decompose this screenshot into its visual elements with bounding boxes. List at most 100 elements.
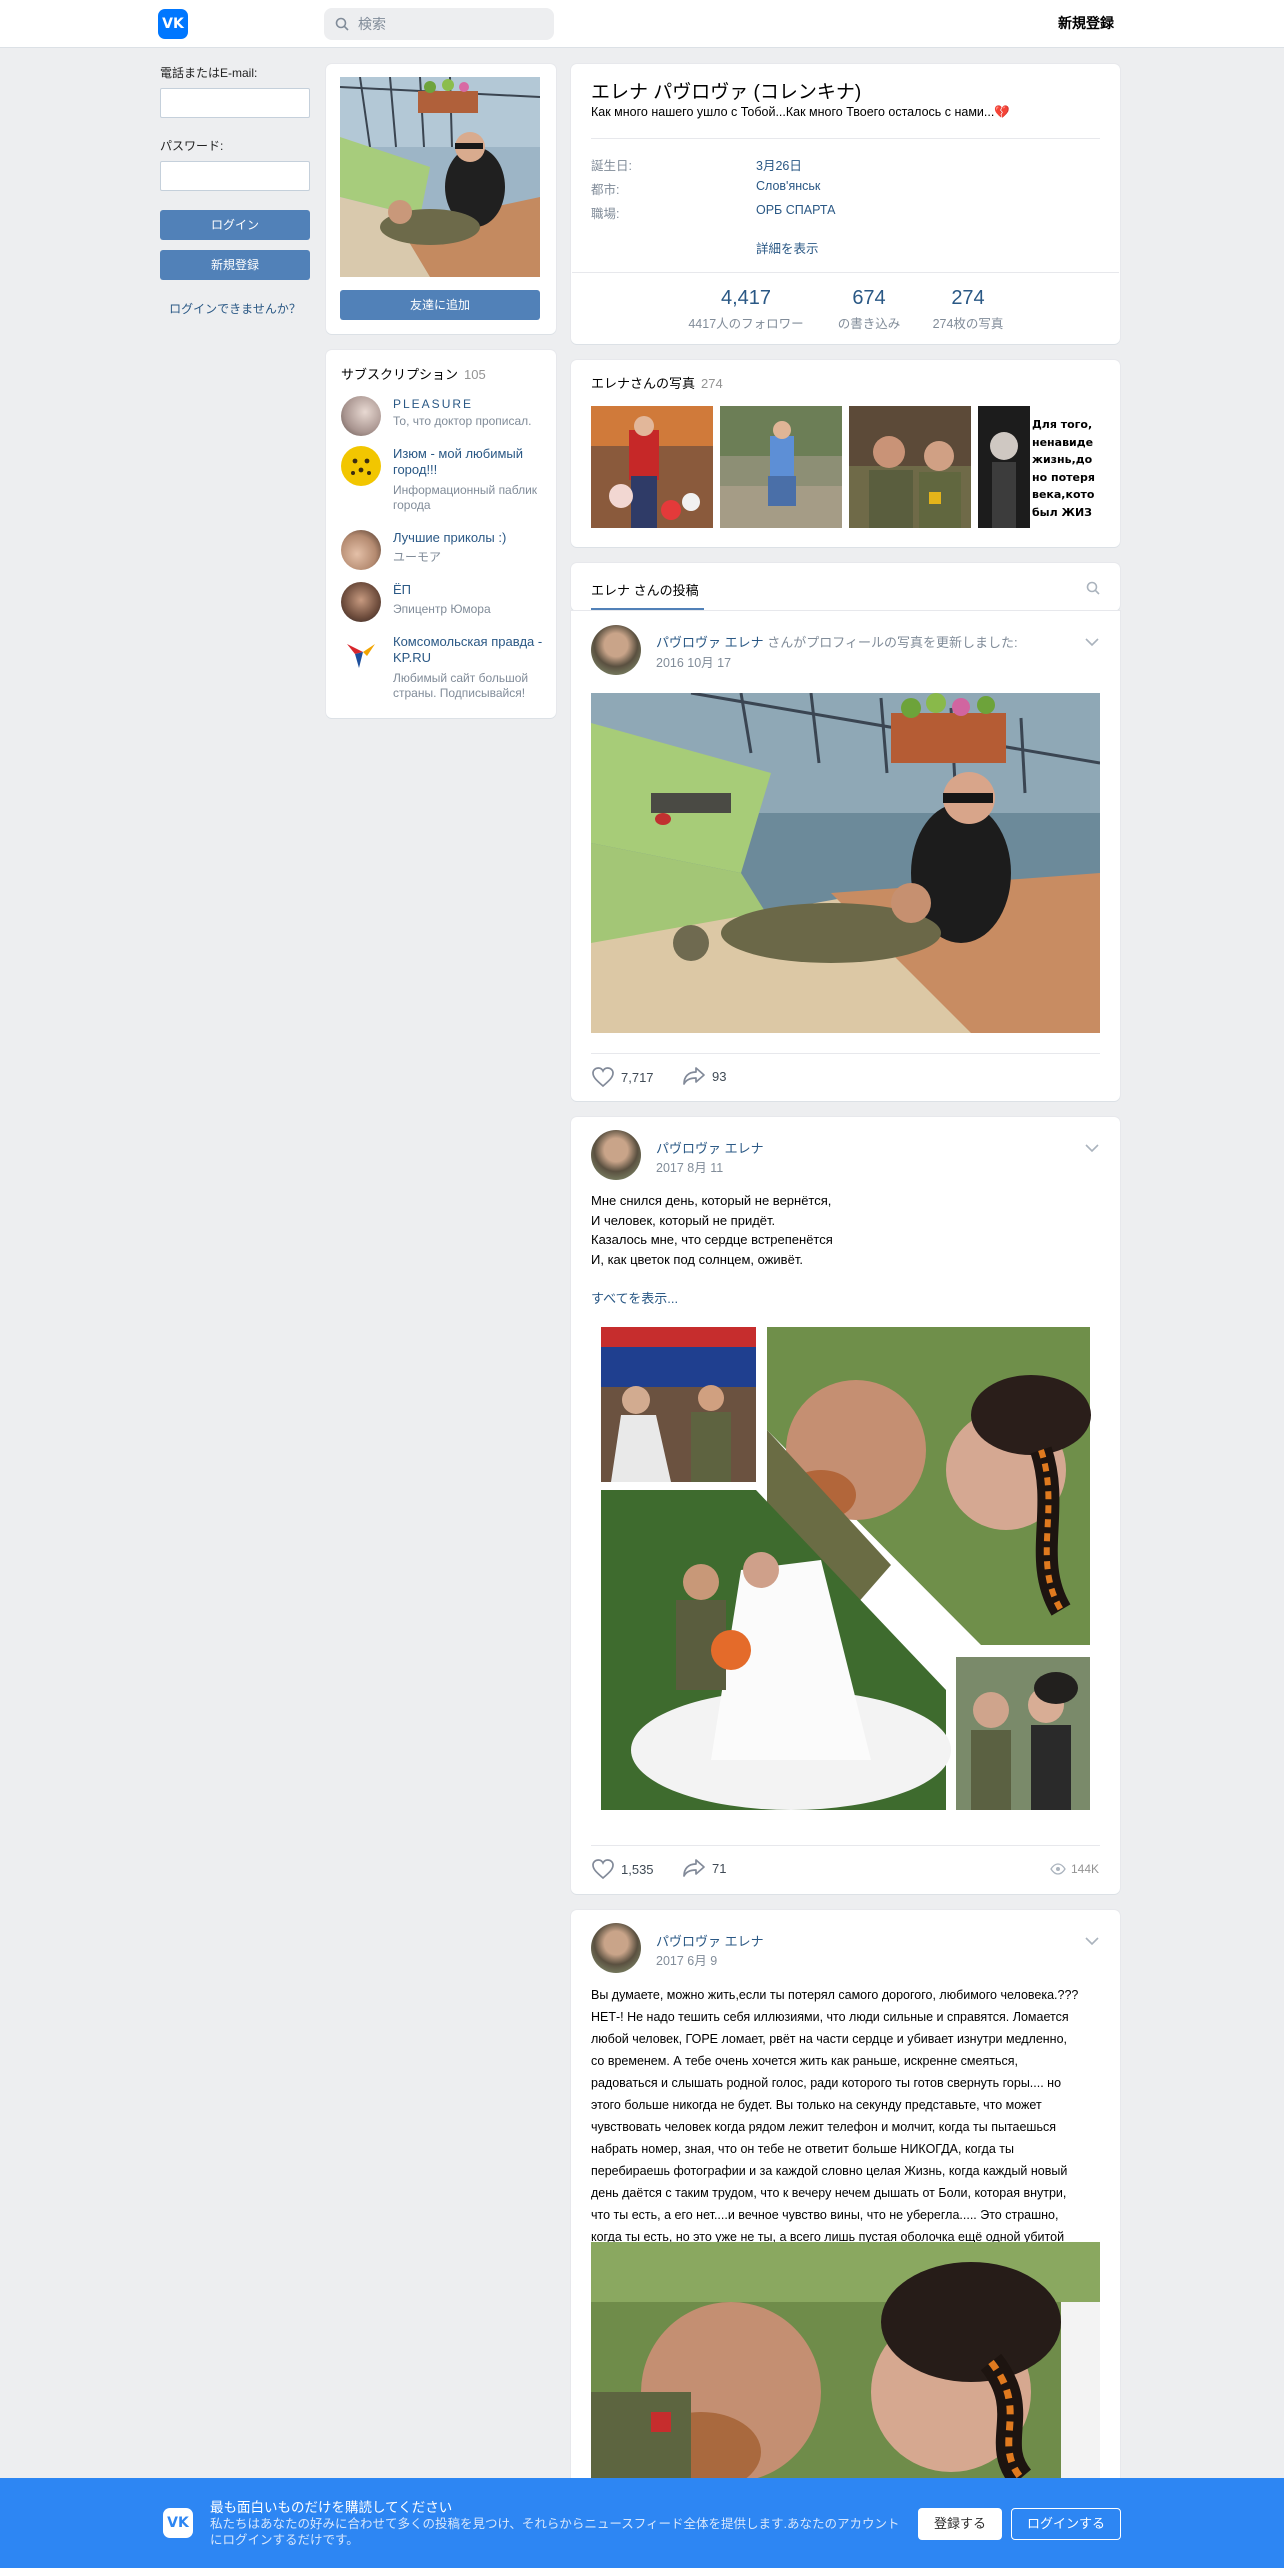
subscriptions-count: 105 xyxy=(464,367,486,382)
work-value[interactable]: ОРБ СПАРТА xyxy=(756,203,835,217)
profile-photo[interactable] xyxy=(340,77,540,277)
photos-count[interactable]: 274 xyxy=(928,287,1008,310)
post-photo[interactable] xyxy=(591,2242,1100,2478)
banner-vk-logo: VK xyxy=(163,2508,193,2538)
post-author-avatar[interactable] xyxy=(591,1130,641,1180)
top-bar: VK 新規登録 xyxy=(0,0,1284,48)
photo-thumb[interactable] xyxy=(849,406,971,528)
banner-register-button[interactable]: 登録する xyxy=(918,2508,1002,2540)
login-button[interactable]: ログイン xyxy=(160,210,310,240)
subscription-name[interactable]: PLEASURE xyxy=(393,396,543,412)
photos-label[interactable]: 274枚の写真 xyxy=(913,313,1023,332)
subscription-avatar xyxy=(341,634,381,674)
wall-search-icon[interactable] xyxy=(1086,581,1100,595)
photo-thumb[interactable] xyxy=(591,406,713,528)
share-count: 93 xyxy=(712,1068,727,1084)
add-friend-button[interactable]: 友達に追加 xyxy=(340,290,540,320)
search-input[interactable] xyxy=(358,8,548,40)
banner-login-button[interactable]: ログインする xyxy=(1011,2508,1121,2540)
post-photo[interactable] xyxy=(591,693,1100,1033)
show-details-link[interactable]: 詳細を表示 xyxy=(756,238,819,257)
share-button[interactable]: 93 xyxy=(682,1066,726,1086)
birthday-value[interactable]: 3月26日 xyxy=(756,155,802,174)
search-box[interactable] xyxy=(324,8,554,40)
banner-body: 私たちはあなたの好みに合わせて多くの投稿を見つけ、それらからニュースフィード全体… xyxy=(210,2517,900,2547)
post-author-name[interactable]: パヴロヴァ エレナ xyxy=(656,1931,764,1950)
post-author-avatar[interactable] xyxy=(591,1923,641,1973)
subscription-name[interactable]: Изюм - мой любимый город!!! xyxy=(393,446,543,478)
subscription-avatar xyxy=(341,582,381,622)
subscription-desc: Любимый сайт большой страны. Подписывайс… xyxy=(393,671,529,700)
post-photo-illustration xyxy=(591,693,1100,1033)
like-button[interactable]: 1,535 xyxy=(591,1858,654,1880)
subscription-name[interactable]: ЁП xyxy=(393,582,543,598)
subscriptions-title[interactable]: サブスクリプション 105 xyxy=(341,364,486,383)
phone-input[interactable] xyxy=(160,88,310,118)
photo-illustration xyxy=(849,406,971,528)
post-author-avatar[interactable] xyxy=(591,625,641,675)
chevron-down-icon[interactable] xyxy=(1084,1936,1100,1946)
top-register-link[interactable]: 新規登録 xyxy=(1058,13,1114,33)
share-button[interactable]: 71 xyxy=(682,1858,726,1878)
eye-icon xyxy=(1050,1863,1066,1875)
profile-divider xyxy=(591,138,1100,139)
chevron-down-icon[interactable] xyxy=(1084,637,1100,647)
banner-title: 最も面白いものだけを購読してください xyxy=(210,2500,453,2515)
subscription-desc: Информационный паблик города xyxy=(393,483,538,512)
profile-name: エレナ パヴロヴァ (コレンキナ) xyxy=(591,82,862,103)
subscription-item[interactable]: Комсомольская правда - KP.RU Любимый сай… xyxy=(341,634,543,706)
wall-tab[interactable]: エレナ さんの投稿 xyxy=(591,580,699,599)
subscription-name[interactable]: Комсомольская правда - KP.RU xyxy=(393,634,543,666)
posts-label[interactable]: の書き込み xyxy=(819,313,919,332)
post-date[interactable]: 2016 10月 17 xyxy=(656,652,731,671)
subscription-avatar xyxy=(341,396,381,436)
forgot-login-link[interactable]: ログインできませんか？ xyxy=(160,300,310,317)
photo-thumb[interactable]: Для того, ненавиде жизнь,до но потеря ве… xyxy=(978,406,1100,528)
subscription-name[interactable]: Лучшие приколы :) xyxy=(393,530,543,546)
share-count: 71 xyxy=(712,1860,727,1876)
wall-tab-underline xyxy=(591,608,704,610)
subscription-avatar xyxy=(341,530,381,570)
post-author: パヴロヴァ エレナ さんがプロフィールの写真を更新しました: xyxy=(656,632,1018,651)
subscription-item[interactable]: PLEASURE То, что доктор прописал. xyxy=(341,396,541,438)
login-banner: VK 最も面白いものだけを購読してください 私たちはあなたの好みに合わせて多くの… xyxy=(0,2478,1284,2568)
post-author-name[interactable]: パヴロヴァ エレナ xyxy=(656,1138,764,1157)
like-button[interactable]: 7,717 xyxy=(591,1066,654,1088)
post-photo-collage[interactable] xyxy=(591,1320,1100,1820)
like-count: 7,717 xyxy=(621,1069,654,1085)
subscription-item[interactable]: Лучшие приколы :) ユーモア xyxy=(341,530,541,572)
vk-logo[interactable]: VK xyxy=(158,9,188,39)
photo-thumb[interactable] xyxy=(720,406,842,528)
views-count: 144K xyxy=(1071,1862,1100,1876)
posts-count[interactable]: 674 xyxy=(829,287,909,310)
share-icon xyxy=(683,1067,705,1085)
post-photo-illustration xyxy=(591,2242,1100,2478)
birthday-label: 誕生日: xyxy=(591,159,632,173)
post-author-name[interactable]: パヴロヴァ エレナ xyxy=(656,635,764,650)
post-date[interactable]: 2017 6月 9 xyxy=(656,1950,717,1969)
city-label: 都市: xyxy=(591,183,620,197)
followers-label[interactable]: 4417人のフォロワー xyxy=(666,313,826,332)
followers-count[interactable]: 4,417 xyxy=(676,287,816,310)
subscription-desc: То, что доктор прописал. xyxy=(393,414,532,428)
city-value[interactable]: Слов'янськ xyxy=(756,179,820,193)
login-panel: 電話またはE-mail: パスワード: ログイン 新規登録 ログインできませんか… xyxy=(160,64,310,317)
photo-illustration xyxy=(978,406,1030,528)
post-date[interactable]: 2017 8月 11 xyxy=(656,1157,723,1176)
post-text: Вы думаете, можно жить,если ты потерял с… xyxy=(591,1988,1079,2266)
show-all-link[interactable]: すべてを表示... xyxy=(591,1288,678,1307)
profile-status: Как много нашего ушло с Тобой...Как мног… xyxy=(591,105,1010,119)
subscription-item[interactable]: ЁП Эпицентр Юмора xyxy=(341,582,541,624)
collage-illustration xyxy=(601,1327,1091,1810)
password-input[interactable] xyxy=(160,161,310,191)
photo-illustration xyxy=(591,406,713,528)
photos-title[interactable]: エレナさんの写真 274 xyxy=(591,373,723,392)
register-button[interactable]: 新規登録 xyxy=(160,250,310,280)
share-icon xyxy=(683,1859,705,1877)
subscription-desc: ユーモア xyxy=(393,550,442,564)
post-actions-divider xyxy=(591,1845,1100,1846)
phone-label: 電話またはE-mail: xyxy=(160,66,258,80)
subscription-item[interactable]: Изюм - мой любимый город!!! Информационн… xyxy=(341,446,541,518)
chevron-down-icon[interactable] xyxy=(1084,1143,1100,1153)
heart-icon xyxy=(592,1067,614,1088)
